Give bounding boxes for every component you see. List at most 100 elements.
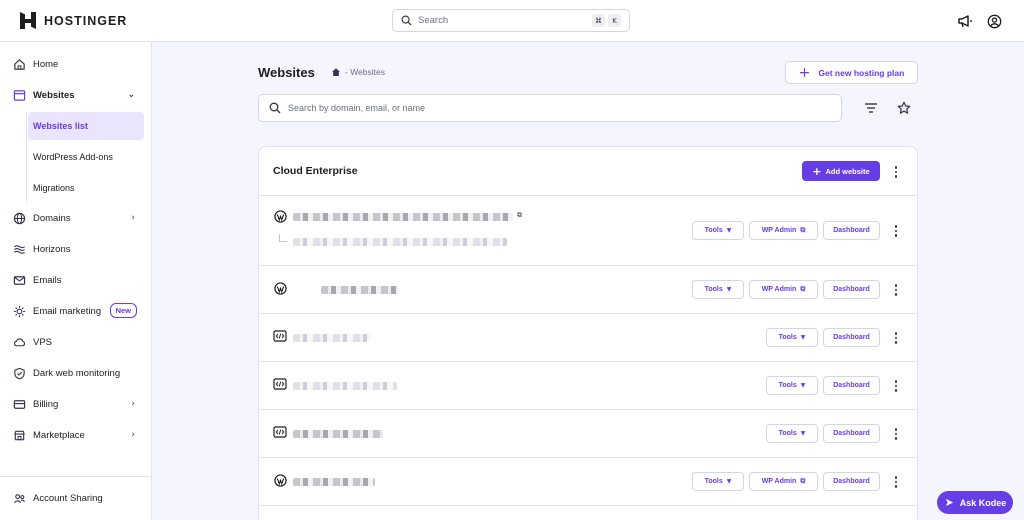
add-website-button[interactable]: + Add website: [802, 161, 880, 181]
sidebar-subitem-label: Migrations: [33, 183, 75, 193]
website-row[interactable]: Tools ▼ Dashboard: [259, 313, 917, 361]
sidebar-item-label: Account Sharing: [33, 492, 103, 504]
external-link-icon: ⧉: [800, 285, 806, 293]
sidebar-item-billing[interactable]: Billing ›: [0, 390, 151, 418]
wordpress-icon: [273, 209, 287, 223]
get-new-hosting-plan-button[interactable]: + Get new hosting plan: [785, 61, 918, 84]
sidebar: Home Websites ⌄ Websites list WordPress …: [0, 42, 152, 520]
global-search-input[interactable]: Search ⌘ K: [392, 9, 630, 32]
cloud-icon: [12, 335, 26, 349]
account-icon[interactable]: [985, 12, 1003, 30]
sidebar-subitem-label: Websites list: [33, 121, 88, 131]
tools-button[interactable]: Tools ▼: [766, 376, 818, 395]
sidebar-item-domains[interactable]: Domains ›: [0, 204, 151, 232]
search-icon: [401, 15, 412, 26]
chevron-down-icon: ⌄: [127, 90, 135, 100]
search-icon: [269, 102, 281, 114]
website-row[interactable]: Tools ▼ Dashboard: [259, 361, 917, 409]
subdomain-connector: [279, 234, 287, 242]
website-row[interactable]: Tools ▼ WP Admin ⧉ Dashboard: [259, 457, 917, 505]
wp-admin-label: WP Admin: [761, 286, 797, 293]
dashboard-button[interactable]: Dashboard: [823, 221, 880, 240]
dashboard-button[interactable]: Dashboard: [823, 424, 880, 443]
row-more-options-icon[interactable]: [890, 330, 902, 346]
dashboard-button[interactable]: Dashboard: [823, 472, 880, 491]
sidebar-item-emails[interactable]: Emails: [0, 266, 151, 294]
add-website-label: Add website: [825, 166, 870, 176]
sidebar-item-label: Horizons: [33, 243, 71, 255]
filter-icon[interactable]: [861, 98, 881, 118]
external-link-icon: ⧉: [800, 226, 806, 234]
sidebar-item-label: Websites: [33, 89, 75, 101]
chevron-right-icon: ›: [131, 399, 135, 409]
row-more-options-icon[interactable]: [890, 426, 902, 442]
wp-admin-button[interactable]: WP Admin ⧉: [749, 221, 818, 240]
chevron-right-icon: ›: [131, 430, 135, 440]
star-icon[interactable]: [894, 98, 914, 118]
email-marketing-icon: [12, 304, 26, 318]
submenu-guide-line: [26, 112, 27, 202]
dashboard-button[interactable]: Dashboard: [823, 280, 880, 299]
sidebar-item-dark-web-monitoring[interactable]: Dark web monitoring: [0, 359, 151, 387]
row-more-options-icon[interactable]: [890, 223, 902, 239]
website-search-input[interactable]: Search by domain, email, or name: [258, 94, 842, 122]
sidebar-subitem-websites-list[interactable]: Websites list: [28, 112, 144, 140]
tools-button[interactable]: Tools ▼: [692, 280, 744, 299]
dashboard-label: Dashboard: [833, 227, 870, 234]
row-more-options-icon[interactable]: [890, 378, 902, 394]
external-link-icon: ⧉: [800, 477, 806, 485]
home-breadcrumb-icon[interactable]: [331, 67, 341, 77]
new-badge: New: [109, 303, 137, 318]
sidebar-item-label: Email marketing: [33, 305, 102, 317]
sidebar-subitem-migrations[interactable]: Migrations: [28, 174, 144, 202]
globe-icon: [12, 211, 26, 225]
caret-down-icon: ▼: [800, 430, 806, 437]
website-row[interactable]: Tools ▼ Dashboard: [259, 409, 917, 457]
megaphone-icon[interactable]: [956, 12, 974, 30]
sidebar-subitem-wordpress-addons[interactable]: WordPress Add-ons: [28, 143, 144, 171]
tools-button[interactable]: Tools ▼: [766, 424, 818, 443]
hosting-plan-card: Cloud Enterprise + Add website ⧉ Tools ▼…: [258, 146, 918, 520]
sidebar-item-account-sharing[interactable]: Account Sharing: [0, 484, 151, 512]
sidebar-item-horizons[interactable]: Horizons: [0, 235, 151, 263]
breadcrumb: - Websites: [331, 67, 385, 77]
sidebar-divider: [0, 476, 151, 477]
plus-icon: +: [812, 164, 822, 178]
plan-more-options-icon[interactable]: [890, 164, 902, 180]
wp-admin-button[interactable]: WP Admin ⧉: [749, 280, 818, 299]
tools-label: Tools: [778, 382, 797, 389]
dashboard-label: Dashboard: [833, 334, 870, 341]
external-link-icon[interactable]: ⧉: [517, 211, 522, 220]
tools-button[interactable]: Tools ▼: [692, 221, 744, 240]
billing-icon: [12, 397, 26, 411]
tools-button[interactable]: Tools ▼: [766, 328, 818, 347]
sidebar-item-websites[interactable]: Websites ⌄: [0, 81, 151, 109]
global-search-placeholder: Search: [418, 15, 449, 26]
wp-admin-button[interactable]: WP Admin ⧉: [749, 472, 818, 491]
redacted-domain: [293, 213, 513, 221]
wp-admin-label: WP Admin: [761, 478, 797, 485]
dashboard-button[interactable]: Dashboard: [823, 328, 880, 347]
sidebar-item-home[interactable]: Home: [0, 50, 151, 78]
caret-down-icon: ▼: [726, 227, 732, 234]
dashboard-label: Dashboard: [833, 478, 870, 485]
sidebar-item-label: Home: [33, 58, 59, 70]
row-more-options-icon[interactable]: [890, 474, 902, 490]
tools-button[interactable]: Tools ▼: [692, 472, 744, 491]
sidebar-item-email-marketing[interactable]: Email marketing New: [0, 297, 151, 325]
row-more-options-icon[interactable]: [890, 282, 902, 298]
caret-down-icon: ▼: [726, 286, 732, 293]
sidebar-item-label: Domains: [33, 212, 71, 224]
shield-icon: [12, 366, 26, 380]
sidebar-item-marketplace[interactable]: Marketplace ›: [0, 421, 151, 449]
redacted-domain: [293, 334, 371, 342]
ask-kodee-button[interactable]: Ask Kodee: [937, 491, 1013, 514]
plan-title: Cloud Enterprise: [273, 165, 358, 177]
website-row[interactable]: ⧉ Tools ▼ WP Admin ⧉ Dashboard: [259, 195, 917, 265]
hostinger-logo[interactable]: HOSTINGER: [20, 12, 127, 29]
wordpress-icon: [273, 473, 287, 487]
dashboard-button[interactable]: Dashboard: [823, 376, 880, 395]
sidebar-item-vps[interactable]: VPS: [0, 328, 151, 356]
breadcrumb-current[interactable]: - Websites: [345, 67, 385, 77]
website-row[interactable]: Tools ▼ WP Admin ⧉ Dashboard: [259, 265, 917, 313]
